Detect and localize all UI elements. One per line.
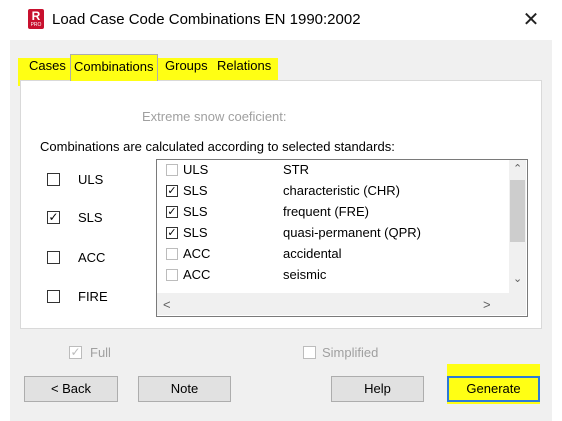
list-item[interactable]: ✓ SLS characteristic (CHR) xyxy=(157,181,509,202)
window-title: Load Case Code Combinations EN 1990:2002 xyxy=(52,11,361,28)
list-item[interactable]: ✓ SLS quasi-permanent (QPR) xyxy=(157,223,509,244)
row-name: seismic xyxy=(283,267,327,282)
fire-checkbox[interactable] xyxy=(47,290,60,303)
acc-checkbox[interactable] xyxy=(47,251,60,264)
note-button[interactable]: Note xyxy=(138,376,231,402)
full-checkbox[interactable]: ✓ xyxy=(69,346,82,359)
scrollbar-thumb[interactable] xyxy=(510,180,525,242)
row-type: ACC xyxy=(183,246,211,261)
row-type: SLS xyxy=(183,204,208,219)
list-item[interactable]: ACC accidental xyxy=(157,244,509,265)
scroll-up-icon[interactable]: ⌃ xyxy=(513,162,522,175)
row-checkbox[interactable]: ✓ xyxy=(166,185,178,197)
row-name: characteristic (CHR) xyxy=(283,183,401,198)
close-icon[interactable]: ✕ xyxy=(514,5,548,35)
row-checkbox[interactable] xyxy=(166,269,178,281)
row-name: STR xyxy=(283,162,309,177)
uls-label: ULS xyxy=(78,172,104,187)
simplified-checkbox[interactable] xyxy=(303,346,316,359)
sls-label: SLS xyxy=(78,210,103,225)
scroll-right-icon[interactable]: > xyxy=(483,297,491,312)
snow-coefficient-label: Extreme snow coeficient: xyxy=(142,109,287,124)
uls-checkbox[interactable] xyxy=(47,173,60,186)
row-checkbox[interactable] xyxy=(166,248,178,260)
tab-cases[interactable]: Cases xyxy=(26,54,69,80)
scrollbar-corner xyxy=(509,293,526,315)
robot-app-icon: R PRO xyxy=(28,9,44,29)
row-type: SLS xyxy=(183,225,208,240)
row-checkbox[interactable]: ✓ xyxy=(166,206,178,218)
row-type: ACC xyxy=(183,267,211,282)
list-item[interactable]: ✓ SLS frequent (FRE) xyxy=(157,202,509,223)
sls-checkbox[interactable]: ✓ xyxy=(47,211,60,224)
generate-button[interactable]: Generate xyxy=(447,376,540,402)
standards-caption: Combinations are calculated according to… xyxy=(40,139,395,154)
horizontal-scrollbar[interactable]: < > xyxy=(157,293,509,315)
help-button[interactable]: Help xyxy=(331,376,424,402)
tab-relations[interactable]: Relations xyxy=(214,54,274,80)
title-bar: R PRO Load Case Code Combinations EN 1990… xyxy=(0,0,562,40)
row-type: ULS xyxy=(183,162,209,177)
vertical-scrollbar[interactable]: ⌃ ⌄ xyxy=(509,160,526,293)
list-item[interactable]: ACC seismic xyxy=(157,265,509,286)
tab-groups[interactable]: Groups xyxy=(162,54,211,80)
fire-label: FIRE xyxy=(78,289,108,304)
tab-combinations[interactable]: Combinations xyxy=(70,54,158,81)
list-item[interactable]: ULS STR xyxy=(157,160,509,181)
back-button[interactable]: < Back xyxy=(24,376,118,402)
row-name: quasi-permanent (QPR) xyxy=(283,225,421,240)
scroll-left-icon[interactable]: < xyxy=(163,297,171,312)
row-type: SLS xyxy=(183,183,208,198)
row-checkbox[interactable] xyxy=(166,164,178,176)
acc-label: ACC xyxy=(78,250,106,265)
row-checkbox[interactable]: ✓ xyxy=(166,227,178,239)
row-name: frequent (FRE) xyxy=(283,204,369,219)
combination-listbox[interactable]: ULS STR ✓ SLS characteristic (CHR) ✓ SLS… xyxy=(156,159,528,317)
full-label: Full xyxy=(90,345,111,360)
row-name: accidental xyxy=(283,246,342,261)
simplified-label: Simplified xyxy=(322,345,379,360)
scroll-down-icon[interactable]: ⌄ xyxy=(513,272,522,285)
